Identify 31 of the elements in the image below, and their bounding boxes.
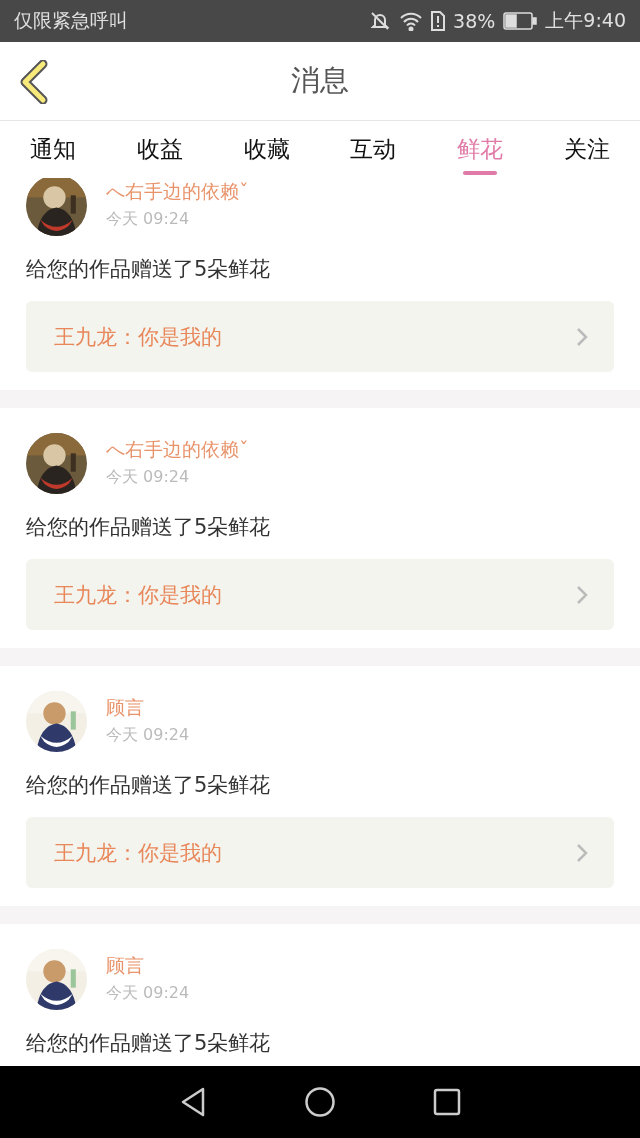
- sender-name: へ右手边的依赖ˇ: [106, 179, 249, 204]
- message-text: 给您的作品赠送了5朵鲜花: [26, 514, 272, 541]
- tab[interactable]: 关注: [533, 121, 640, 178]
- sender-name: 顾言: [106, 953, 145, 978]
- page-title: 消息: [291, 62, 349, 99]
- tab[interactable]: 收藏: [213, 121, 320, 178]
- chevron-right-icon: [576, 842, 588, 863]
- message-text: 给您的作品赠送了5朵鲜花: [26, 772, 272, 799]
- sim-alert-icon: [431, 11, 446, 31]
- sender-name: 顾言: [106, 695, 145, 720]
- mute-icon: [369, 10, 392, 32]
- tab[interactable]: 通知: [0, 121, 107, 178]
- message-time: 今天 09:24: [106, 983, 190, 1004]
- chevron-right-icon: [576, 584, 588, 605]
- message-text: 给您的作品赠送了5朵鲜花: [26, 1030, 272, 1057]
- wifi-icon: [399, 11, 424, 31]
- battery-icon: [503, 12, 538, 30]
- clock: 上午9:40: [545, 8, 626, 33]
- tab[interactable]: 收益: [106, 121, 214, 178]
- message-time: 今天 09:24: [106, 209, 191, 230]
- recents-nav-button[interactable]: [433, 1088, 462, 1116]
- chevron-right-icon: [576, 326, 588, 347]
- home-nav-button[interactable]: [304, 1086, 336, 1118]
- sender-name: へ右手边的依赖ˇ: [106, 437, 249, 462]
- tab[interactable]: 互动: [320, 121, 427, 178]
- message-text: 给您的作品赠送了5朵鲜花: [26, 256, 272, 283]
- message-time: 今天 09:24: [106, 467, 191, 488]
- battery-percent: 38%: [453, 10, 496, 32]
- status-text: 仅限紧急呼叫: [14, 8, 128, 33]
- message-time: 今天 09:24: [106, 725, 190, 746]
- tab-indicator: [463, 171, 497, 175]
